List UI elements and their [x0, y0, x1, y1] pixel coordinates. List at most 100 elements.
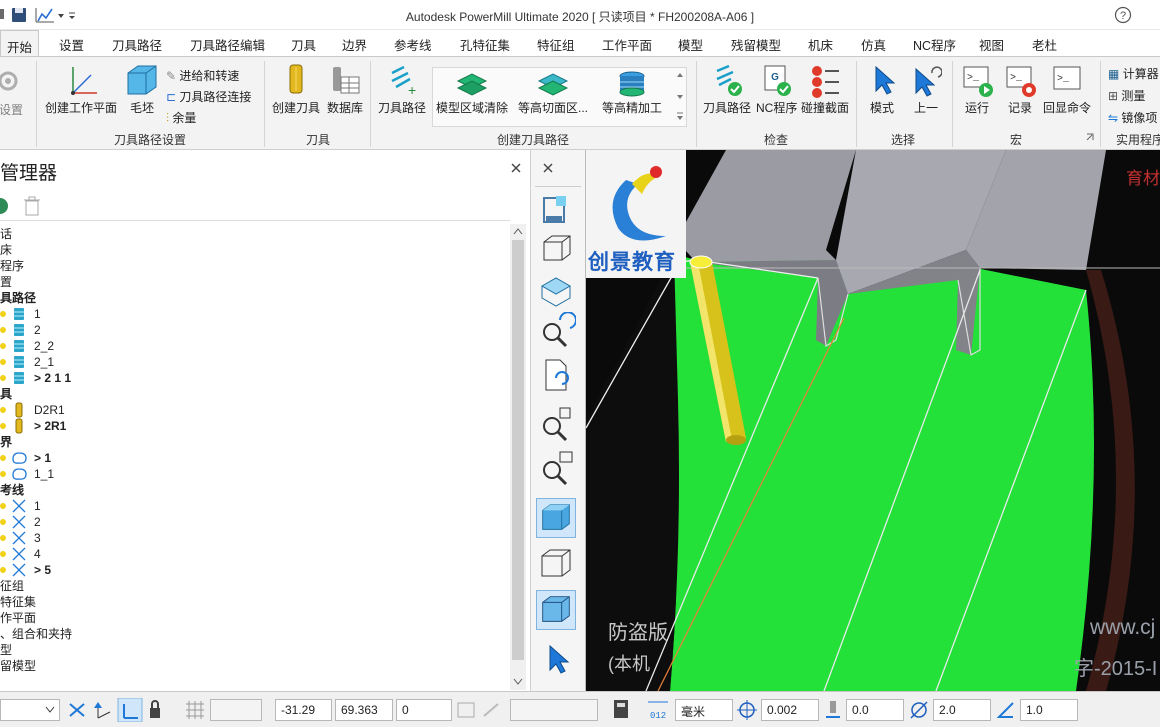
toolpath-connections-button[interactable]: ⊏ 刀具路径连接 [166, 88, 251, 105]
units-field[interactable]: 毫米 [675, 699, 733, 721]
explorer-scrollbar[interactable] [510, 224, 526, 690]
check-toolpath-button[interactable]: 刀具路径 [700, 63, 754, 116]
tree-item[interactable]: > 1 [0, 450, 51, 466]
layer-select[interactable] [0, 699, 60, 721]
stepover-field[interactable]: 1.0 [1020, 699, 1078, 721]
tab-setup[interactable]: 设置 [59, 35, 84, 54]
tree-item[interactable]: > 5 [0, 562, 51, 578]
snap-axis-icon[interactable] [94, 702, 111, 719]
zoom-box-icon[interactable] [536, 448, 576, 488]
tab-laodu[interactable]: 老杜 [1032, 35, 1057, 54]
zoom-fit-icon[interactable] [536, 402, 576, 442]
tree-item[interactable]: 具 [0, 386, 12, 402]
tab-stock-model[interactable]: 残留模型 [731, 35, 781, 54]
tree-item[interactable]: 、组合和夹持 [0, 626, 72, 642]
tab-feature-groups[interactable]: 特征组 [537, 35, 575, 54]
tree-item[interactable]: > 2 1 1 [0, 370, 71, 386]
y-coordinate-field[interactable]: 69.363 [335, 699, 393, 721]
close-icon[interactable] [510, 162, 522, 174]
zoom-rotate-icon[interactable] [536, 312, 576, 352]
create-workplane-button[interactable]: 创建工作平面 [42, 63, 120, 116]
view-top-icon[interactable] [536, 272, 576, 312]
select-mode-button[interactable]: 模式 [862, 63, 902, 116]
ruler-icon[interactable]: 012 [648, 701, 668, 721]
tree-item[interactable]: 作平面 [0, 610, 36, 626]
measure-button[interactable]: ⊞ 测量 [1108, 87, 1145, 104]
calculator-button[interactable]: ▦ 计算器 [1108, 65, 1159, 82]
tree-item[interactable]: 具路径 [0, 290, 36, 306]
tab-boundary[interactable]: 边界 [342, 35, 367, 54]
tree-item[interactable]: 界 [0, 434, 12, 450]
wireframe-view-icon[interactable] [536, 544, 576, 584]
shaded-view-icon[interactable] [536, 498, 576, 538]
tree-item[interactable]: 置 [0, 274, 12, 290]
calculator-icon[interactable] [457, 702, 475, 718]
echo-commands-button[interactable]: >_ 回显命令 [1042, 63, 1092, 116]
tree-item[interactable]: 1_1 [0, 466, 54, 482]
tree-item[interactable]: 4 [0, 546, 41, 562]
model-area-clearance-button[interactable]: 模型区域清除 [434, 69, 510, 116]
tree-item[interactable]: 考线 [0, 482, 24, 498]
blank-field[interactable] [510, 699, 598, 721]
thickness-field[interactable]: 0.0 [846, 699, 904, 721]
tree-item[interactable]: 2_1 [0, 354, 54, 370]
workplane-axis-icon[interactable] [69, 703, 85, 717]
tree-item[interactable]: 话 [0, 226, 12, 242]
feeds-speeds-button[interactable]: ✎ 进给和转速 [166, 67, 239, 84]
tree-item[interactable]: D2R1 [0, 402, 65, 418]
tab-hole-features[interactable]: 孔特征集 [460, 35, 510, 54]
tree-item[interactable]: 特征集 [0, 594, 36, 610]
tab-workplane[interactable]: 工作平面 [602, 35, 652, 54]
close-icon[interactable] [542, 162, 554, 174]
refresh-page-icon[interactable] [536, 356, 576, 396]
tree-item[interactable]: > 2R1 [0, 418, 66, 434]
tree-item[interactable]: 1 [0, 306, 41, 322]
view-iso-machine-icon[interactable] [536, 190, 576, 230]
select-cursor-icon[interactable] [536, 640, 576, 680]
thickness-button[interactable]: ⫶ 余量 [166, 109, 196, 126]
tree-item[interactable]: 2 [0, 514, 41, 530]
calculator-icon[interactable] [614, 700, 628, 718]
tab-tool[interactable]: 刀具 [291, 35, 316, 54]
tab-home[interactable]: 开始 [0, 30, 40, 57]
tab-machine[interactable]: 机床 [808, 35, 833, 54]
toolpath-strategy-button[interactable]: + 刀具路径 [376, 63, 428, 116]
mirror-button[interactable]: ⇋ 镜像项 [1108, 109, 1157, 126]
macro-record-button[interactable]: >_ 记录 [1000, 63, 1040, 116]
tab-toolpaths[interactable]: 刀具路径 [112, 35, 162, 54]
scrollbar-thumb[interactable] [512, 240, 524, 660]
help-icon[interactable]: ? [1114, 6, 1132, 24]
tab-toolpath-editing[interactable]: 刀具路径编辑 [190, 35, 265, 54]
tree-item[interactable]: 征组 [0, 578, 24, 594]
macro-run-button[interactable]: >_ 运行 [956, 63, 998, 116]
tree-item[interactable]: 程序 [0, 258, 24, 274]
check-nc-button[interactable]: G NC程序 [756, 63, 797, 116]
collision-section-button[interactable]: 碰撞截面 [798, 63, 852, 116]
tab-nc-program[interactable]: NC程序 [913, 35, 956, 54]
trash-icon[interactable] [24, 196, 40, 216]
database-button[interactable]: 数据库 [324, 63, 366, 116]
setup-button[interactable]: 设置 [0, 65, 26, 118]
shaded-wireframe-icon[interactable] [536, 590, 576, 630]
grid-icon[interactable] [184, 700, 206, 720]
block-button[interactable]: 毛坯 [122, 63, 162, 116]
tree-item[interactable]: 床 [0, 242, 12, 258]
tab-view[interactable]: 视图 [979, 35, 1004, 54]
tree-item[interactable]: 型 [0, 642, 12, 658]
graphics-viewport[interactable]: 创景教育 育材 防盗版 (本机 www.cj 字-2015-I [586, 150, 1160, 691]
scroll-up-icon[interactable] [513, 227, 523, 235]
select-previous-button[interactable]: 上一 [906, 63, 946, 116]
tolerance-field[interactable]: 0.002 [761, 699, 819, 721]
scroll-down-icon[interactable] [513, 678, 523, 686]
tab-model[interactable]: 模型 [678, 35, 703, 54]
create-tool-button[interactable]: 创建刀具 [270, 63, 322, 116]
tree-item[interactable]: 1 [0, 498, 41, 514]
tree-item[interactable]: 3 [0, 530, 41, 546]
constant-z-finish-button[interactable]: 等高精加工 [598, 69, 666, 116]
tab-reference-lines[interactable]: 参考线 [394, 35, 432, 54]
pick-icon[interactable] [483, 703, 499, 717]
globe-icon[interactable] [0, 198, 8, 214]
grid-field[interactable] [210, 699, 262, 721]
gallery-scroll-icon[interactable] [674, 69, 686, 125]
tree-item[interactable]: 留模型 [0, 658, 36, 674]
